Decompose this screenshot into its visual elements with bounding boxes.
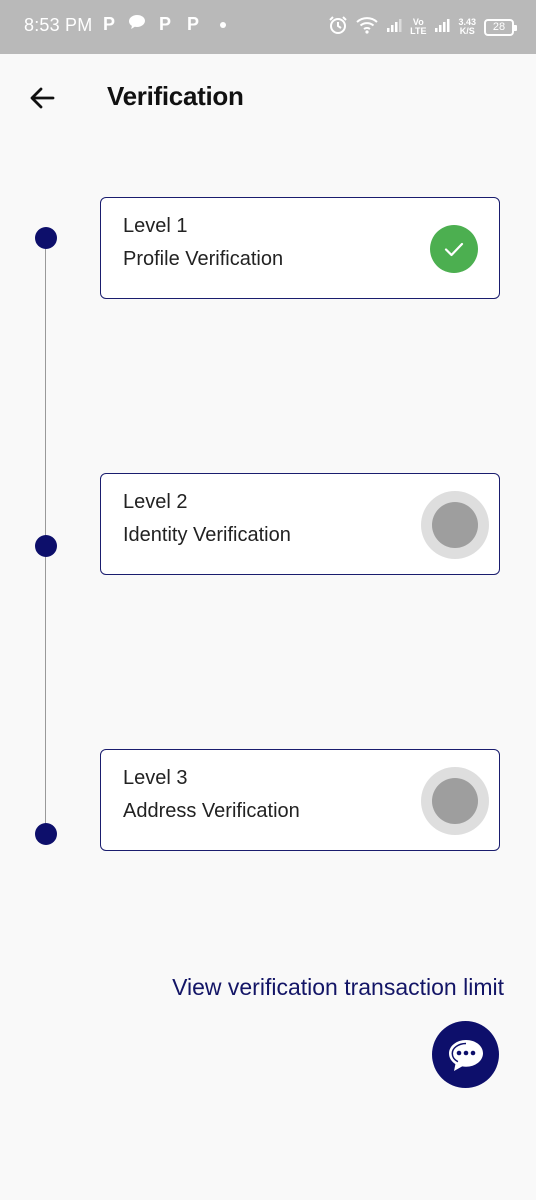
level-subtitle: Profile Verification (123, 248, 284, 270)
battery-icon: 28 (484, 18, 517, 36)
alarm-icon (328, 15, 348, 40)
signal-icon (386, 17, 402, 38)
chat-support-icon (448, 1039, 483, 1071)
notification-icons: P P P (100, 14, 226, 35)
more-notifications-dot (220, 21, 226, 28)
timeline-dot-level-2 (35, 535, 57, 557)
view-transaction-limit-link[interactable]: View verification transaction limit (172, 974, 504, 1001)
network-speed-unit: K/S (459, 26, 475, 36)
network-speed: 3.43 K/S (458, 18, 476, 36)
notification-p-icon: P (158, 14, 171, 34)
level-title: Level 1 (123, 215, 188, 237)
app-bar: Verification (0, 54, 536, 140)
pending-status-indicator (421, 767, 489, 835)
completed-status-badge (430, 225, 478, 273)
pending-circle-icon (432, 778, 478, 824)
system-icons: Vo LTE 3.43 K/S 28 (328, 12, 517, 42)
pending-circle-icon (432, 502, 478, 548)
wifi-icon (356, 16, 378, 39)
notification-p-icon: P (102, 14, 115, 34)
signal-icon (434, 17, 450, 38)
chat-bubble-icon (128, 14, 146, 35)
status-time: 8:53 PM (24, 15, 93, 35)
notification-p-icon: P (186, 14, 199, 34)
level-subtitle: Address Verification (123, 800, 300, 822)
level-card-2[interactable]: Level 2 Identity Verification (100, 473, 500, 575)
volte-indicator: Vo LTE (410, 18, 426, 36)
status-bar: 8:53 PM P P P Vo LTE 3.43 K/S 28 (0, 0, 536, 54)
level-card-1[interactable]: Level 1 Profile Verification (100, 197, 500, 299)
chat-support-button[interactable] (432, 1021, 499, 1088)
level-title: Level 3 (123, 767, 188, 789)
level-subtitle: Identity Verification (123, 524, 291, 546)
level-card-3[interactable]: Level 3 Address Verification (100, 749, 500, 851)
arrow-left-icon (30, 87, 55, 109)
page-title: Verification (107, 81, 244, 111)
timeline-dot-level-3 (35, 823, 57, 845)
level-title: Level 2 (123, 491, 188, 513)
check-icon (444, 242, 464, 257)
timeline-dot-level-1 (35, 227, 57, 249)
pending-status-indicator (421, 491, 489, 559)
volte-bottom-label: LTE (410, 26, 427, 36)
back-button[interactable] (22, 78, 62, 118)
